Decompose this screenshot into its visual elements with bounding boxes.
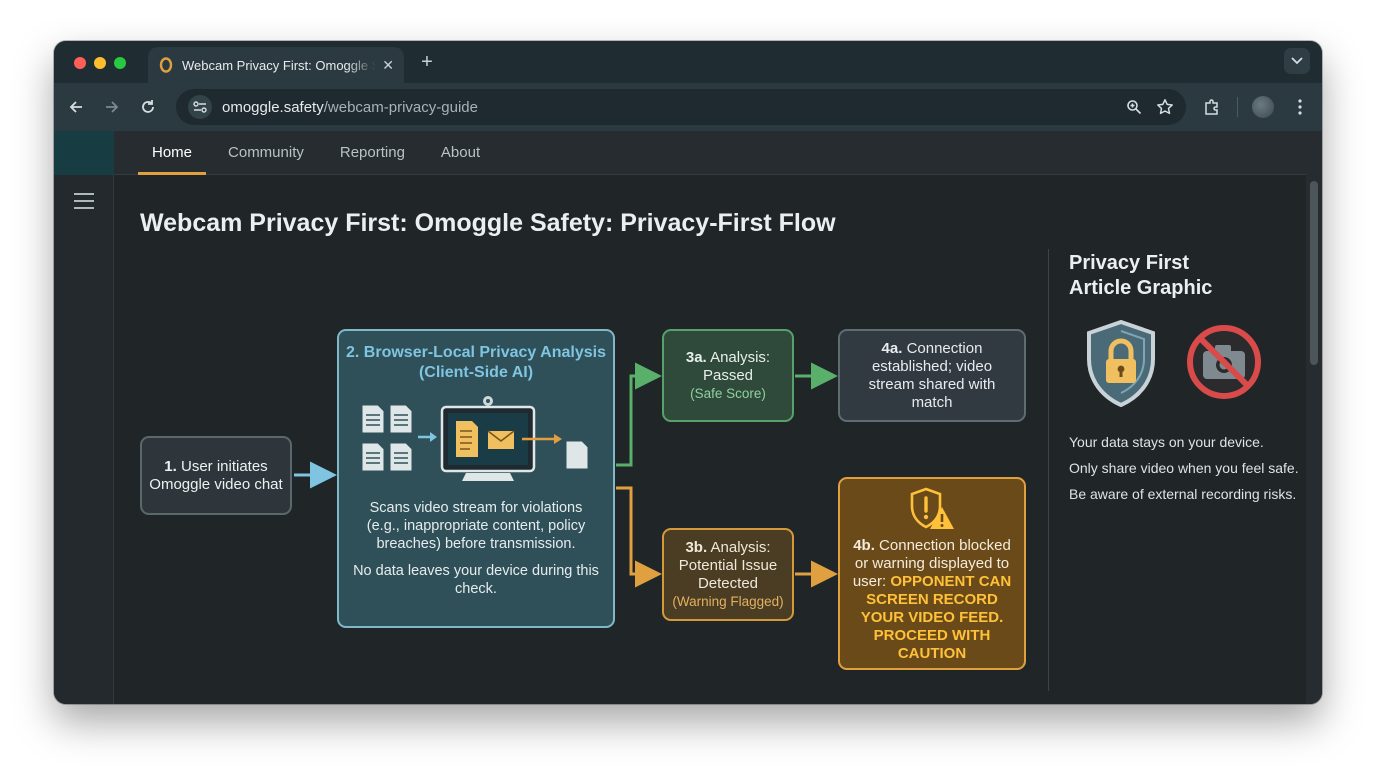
step-2-privacy-note: No data leaves your device during this c…: [353, 563, 599, 597]
forward-arrow-icon: [106, 101, 119, 113]
puzzle-icon: [1205, 99, 1218, 115]
step-3b-box: 3b. Analysis: Potential Issue Detected (…: [662, 528, 794, 621]
chevron-down-icon: [1291, 57, 1303, 65]
step-2-box: 2. Browser-Local Privacy Analysis (Clien…: [337, 329, 615, 628]
site-settings-icon[interactable]: [188, 95, 212, 119]
reload-icon: [142, 100, 154, 113]
step-4b-box: 4b. Connection blocked or warning displa…: [838, 477, 1026, 670]
side-panel-line: Be aware of external recording risks.: [1069, 486, 1297, 502]
page-content: Home Community Reporting About Webcam Pr…: [114, 131, 1322, 704]
sidebar-header: [54, 131, 114, 175]
step-3a-subtitle: (Safe Score): [690, 385, 766, 401]
tab-close-icon[interactable]: ✕: [382, 57, 394, 74]
step-4a-number: 4a.: [881, 339, 903, 357]
step-3b-subtitle: (Warning Flagged): [672, 593, 784, 609]
browser-tab[interactable]: Webcam Privacy First: Omoggle Safety ✕: [148, 47, 404, 83]
toolbar-divider: [1237, 97, 1238, 117]
zoom-icon[interactable]: [1126, 99, 1142, 115]
step-2-heading: 2. Browser-Local Privacy Analysis (Clien…: [346, 344, 606, 381]
scrollbar-thumb[interactable]: [1310, 181, 1318, 365]
step-3b-number: 3b.: [685, 538, 708, 556]
step-3a-title: Analysis: Passed: [702, 348, 771, 384]
step-4a-box: 4a. Connection established; video stream…: [838, 329, 1026, 422]
no-camera-icon: [1187, 325, 1261, 399]
url-host: omoggle.safety: [222, 98, 324, 116]
arrow-2-to-3a: [616, 362, 662, 467]
minimize-window-button[interactable]: [94, 57, 106, 69]
address-bar[interactable]: omoggle.safety/webcam-privacy-guide: [176, 89, 1186, 125]
tab-search-button[interactable]: [1284, 48, 1310, 74]
side-panel-title: Privacy First Article Graphic: [1069, 252, 1213, 299]
step-1-number: 1.: [164, 457, 177, 475]
browser-toolbar: omoggle.safety/webcam-privacy-guide: [54, 83, 1322, 131]
shield-lock-icon: [1087, 319, 1155, 407]
step-1-box: 1. User initiates Omoggle video chat: [140, 436, 292, 515]
extensions-button[interactable]: [1200, 95, 1224, 119]
side-panel-text: Your data stays on your device. Only sha…: [1069, 429, 1309, 507]
local-analysis-illustration-icon: [361, 396, 589, 481]
reload-button[interactable]: [136, 95, 160, 119]
panel-divider: [1048, 249, 1049, 691]
new-tab-button[interactable]: +: [416, 51, 438, 73]
side-panel-line: Your data stays on your device.: [1069, 434, 1264, 450]
step-4b-number: 4b.: [853, 537, 875, 554]
profile-avatar[interactable]: [1252, 96, 1274, 118]
hamburger-menu-icon[interactable]: [74, 193, 94, 209]
browser-window: Webcam Privacy First: Omoggle Safety ✕ +…: [54, 41, 1322, 704]
step-3a-box: 3a. Analysis: Passed (Safe Score): [662, 329, 794, 422]
tab-title: Webcam Privacy First: Omoggle Safety: [182, 57, 377, 73]
step-2-description: Scans video stream for violations (e.g.,…: [366, 500, 586, 552]
browser-menu-button[interactable]: [1288, 95, 1312, 119]
side-panel-line: Only share video when you feel safe.: [1069, 460, 1299, 476]
side-panel-graphic: [1083, 319, 1309, 407]
warning-shield-icon: [910, 487, 954, 529]
omoggle-favicon-icon: [158, 57, 174, 73]
bookmark-star-icon[interactable]: [1156, 98, 1174, 116]
kebab-menu-icon: [1298, 99, 1302, 115]
left-sidebar: [54, 131, 114, 704]
step-3a-number: 3a.: [685, 348, 707, 366]
tab-bar: Webcam Privacy First: Omoggle Safety ✕ +: [54, 41, 1322, 83]
close-window-button[interactable]: [74, 57, 86, 69]
back-arrow-icon: [69, 101, 82, 113]
back-button[interactable]: [64, 95, 88, 119]
arrow-2-to-3b: [616, 486, 662, 588]
url-path: /webcam-privacy-guide: [323, 98, 478, 116]
maximize-window-button[interactable]: [114, 57, 126, 69]
side-panel: Privacy First Article Graphic Your data …: [1069, 251, 1309, 507]
forward-button[interactable]: [100, 95, 124, 119]
